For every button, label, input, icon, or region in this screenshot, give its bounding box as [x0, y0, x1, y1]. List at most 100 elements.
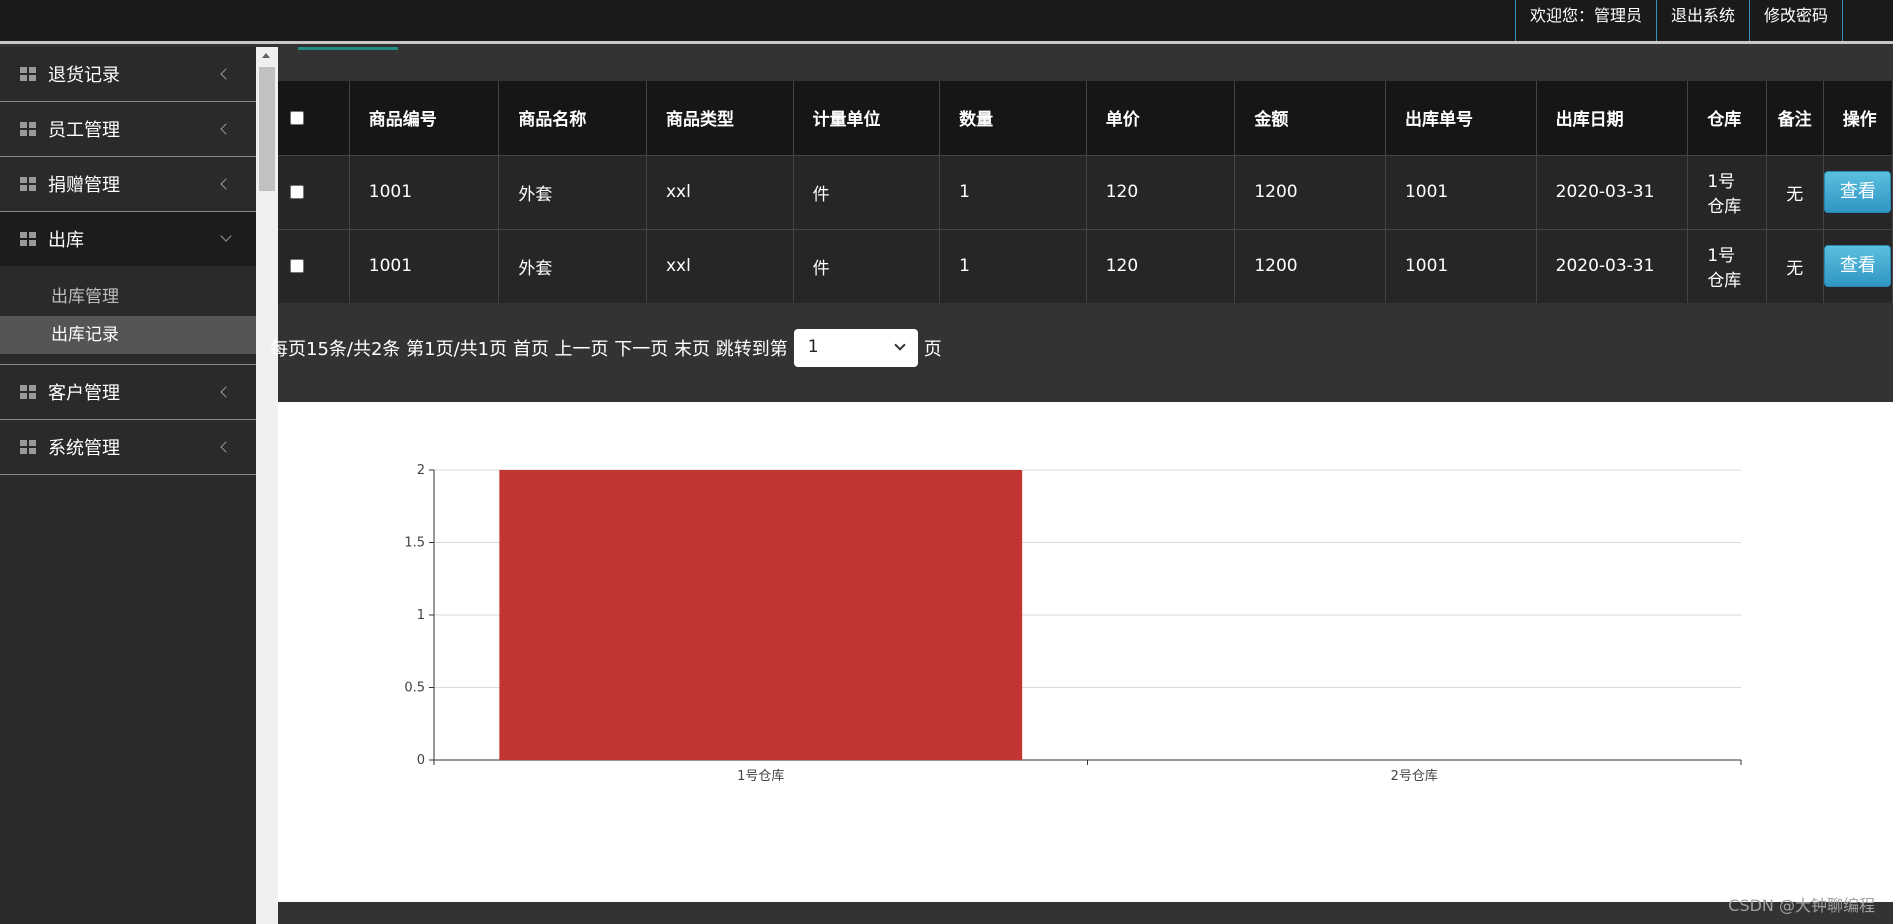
chevron-down-icon: [220, 230, 232, 242]
row-select-cell: [278, 228, 350, 303]
row-select-cell: [278, 154, 350, 229]
column-header: 仓库: [1687, 81, 1767, 155]
cell-amount: 1200: [1234, 228, 1386, 303]
chevron-left-icon: [220, 123, 232, 135]
cell-product-type: xxl: [646, 228, 794, 303]
sidebar-item-customers[interactable]: 客户管理: [0, 365, 256, 420]
cell-action: 查看: [1823, 154, 1893, 229]
warehouse-bar-chart: 0 0.5 1 1.5 2 1号仓库 2号仓库: [278, 402, 1893, 902]
y-tick-label: 1: [417, 608, 425, 623]
chevron-down-icon: [894, 339, 906, 351]
sidebar-item-label: 退货记录: [48, 65, 120, 86]
column-header: 单价: [1086, 81, 1236, 155]
column-header: 计量单位: [793, 81, 941, 155]
change-password-link[interactable]: 修改密码: [1748, 0, 1843, 41]
outbound-submenu: 出库管理 出库记录: [0, 266, 256, 365]
cell-outbound-date: 2020-03-31: [1536, 154, 1689, 229]
chevron-left-icon: [220, 178, 232, 190]
cell-product-id: 1001: [349, 228, 500, 303]
column-header: 商品编号: [349, 81, 500, 155]
pagination-bar: 每页15条/共2条 第1页/共1页 首页 上一页 下一页 末页 跳转到第 1 页: [270, 329, 942, 367]
column-header: 出库日期: [1536, 81, 1689, 155]
table-header-row: 商品编号 商品名称 商品类型 计量单位 数量 单价 金额 出库单号 出库日期 仓…: [278, 81, 1893, 155]
page-select[interactable]: 1: [793, 329, 918, 367]
sidebar-item-outbound[interactable]: 出库: [0, 212, 256, 266]
sidebar: 退货记录 员工管理 捐赠管理 出库 出库管理 出库记录 客户管理 系统管理: [0, 47, 256, 924]
main-content: 商品编号 商品名称 商品类型 计量单位 数量 单价 金额 出库单号 出库日期 仓…: [270, 47, 1893, 924]
column-header: 金额: [1234, 81, 1386, 155]
sidebar-subitem-outbound-records[interactable]: 出库记录: [0, 316, 256, 354]
column-header: 备注: [1766, 81, 1824, 155]
scroll-thumb[interactable]: [259, 67, 275, 191]
sidebar-item-label: 客户管理: [48, 383, 120, 404]
header-links: 欢迎您：管理员 退出系统 修改密码: [1514, 0, 1843, 41]
column-header: 操作: [1823, 81, 1893, 155]
view-button[interactable]: 查看: [1824, 245, 1892, 288]
y-tick-label: 2: [417, 463, 425, 478]
pagination-suffix: 页: [923, 339, 942, 360]
grid-icon: [20, 440, 36, 454]
x-tick-label: 2号仓库: [1391, 768, 1438, 784]
cell-action: 查看: [1823, 228, 1893, 303]
welcome-text: 欢迎您：管理员: [1514, 0, 1656, 41]
cell-unit: 件: [793, 154, 941, 229]
row-checkbox[interactable]: [290, 185, 304, 199]
chevron-left-icon: [220, 68, 232, 80]
pagination-summary: 每页15条/共2条 第1页/共1页 首页 上一页 下一页 末页 跳转到第: [270, 339, 788, 360]
chevron-left-icon: [220, 386, 232, 398]
view-button[interactable]: 查看: [1824, 171, 1892, 213]
cell-order-number: 1001: [1385, 228, 1537, 303]
sidebar-scrollbar[interactable]: [256, 47, 278, 924]
cell-note: 无: [1766, 228, 1824, 303]
x-tick-label: 1号仓库: [737, 768, 784, 784]
outbound-records-table: 商品编号 商品名称 商品类型 计量单位 数量 单价 金额 出库单号 出库日期 仓…: [278, 81, 1893, 303]
sidebar-item-donations[interactable]: 捐赠管理: [0, 157, 256, 212]
column-header: 商品名称: [498, 81, 647, 155]
column-header: 商品类型: [646, 81, 794, 155]
table-row: 1001 外套 xxl 件 1 120 1200 1001 2020-03-31…: [278, 154, 1893, 229]
sidebar-item-label: 捐赠管理: [48, 175, 120, 196]
cell-unit: 件: [793, 228, 941, 303]
cell-warehouse: 1号仓库: [1687, 154, 1767, 229]
chevron-left-icon: [220, 441, 232, 453]
sidebar-item-system[interactable]: 系统管理: [0, 420, 256, 475]
table-row: 1001 外套 xxl 件 1 120 1200 1001 2020-03-31…: [278, 228, 1893, 303]
cell-product-type: xxl: [646, 154, 794, 229]
sidebar-item-label: 员工管理: [48, 120, 120, 141]
chart-svg: 0 0.5 1 1.5 2 1号仓库 2号仓库: [404, 463, 1742, 784]
cell-unit-price: 120: [1086, 154, 1236, 229]
column-header: 出库单号: [1385, 81, 1537, 155]
cell-order-number: 1001: [1385, 154, 1537, 229]
select-all-checkbox[interactable]: [290, 110, 304, 125]
cell-quantity: 1: [939, 228, 1087, 303]
scroll-up-arrow-icon[interactable]: [262, 53, 270, 58]
grid-icon: [20, 385, 36, 399]
cell-warehouse: 1号仓库: [1687, 228, 1767, 303]
cell-unit-price: 120: [1086, 228, 1236, 303]
chart-bar: [499, 470, 1023, 760]
sidebar-item-label: 系统管理: [48, 438, 120, 459]
sidebar-item-returns[interactable]: 退货记录: [0, 47, 256, 102]
select-all-cell: [278, 81, 350, 155]
logout-link[interactable]: 退出系统: [1655, 0, 1749, 41]
y-tick-label: 0.5: [404, 681, 425, 696]
cell-product-id: 1001: [349, 154, 500, 229]
cell-product-name: 外套: [498, 154, 647, 229]
page-select-value: 1: [807, 337, 819, 357]
sidebar-item-label: 出库: [48, 230, 84, 251]
sidebar-subitem-outbound-management[interactable]: 出库管理: [0, 278, 256, 316]
sidebar-item-employees[interactable]: 员工管理: [0, 102, 256, 157]
y-tick-label: 1.5: [404, 536, 425, 551]
cell-note: 无: [1766, 154, 1824, 229]
column-header: 数量: [939, 81, 1087, 155]
cell-product-name: 外套: [498, 228, 647, 303]
top-bar: 欢迎您：管理员 退出系统 修改密码: [0, 0, 1893, 44]
cell-quantity: 1: [939, 154, 1087, 229]
cell-amount: 1200: [1234, 154, 1386, 229]
grid-icon: [20, 177, 36, 191]
grid-icon: [20, 232, 36, 246]
cell-outbound-date: 2020-03-31: [1536, 228, 1689, 303]
y-tick-label: 0: [417, 753, 425, 768]
grid-icon: [20, 122, 36, 136]
row-checkbox[interactable]: [290, 259, 304, 274]
